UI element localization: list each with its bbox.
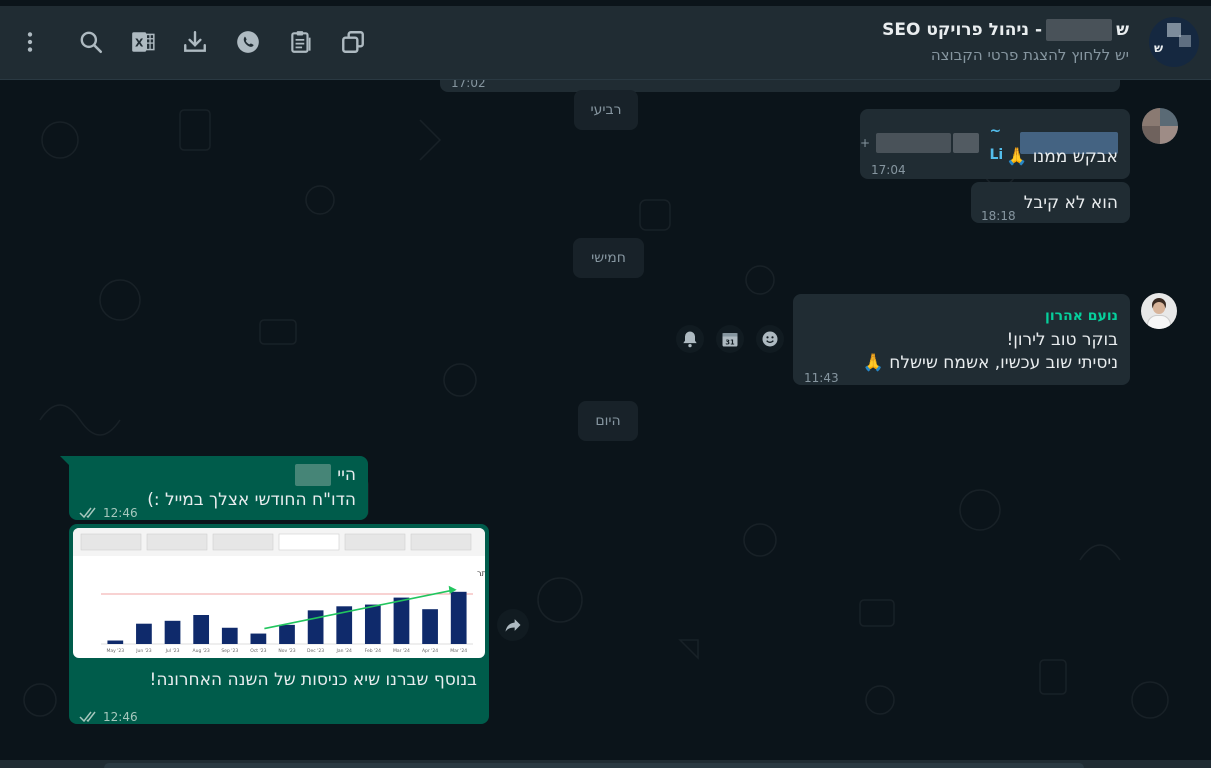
- traffic-chart: תנועה אורגנית (בלבד) לאתר May '23 Jun '23 J…: [73, 528, 485, 654]
- x-tick-label: Jun '23: [135, 648, 152, 654]
- chart-bar: [307, 610, 324, 644]
- redacted-phone: [876, 133, 951, 153]
- day-divider-label: חמישי: [591, 250, 626, 266]
- redacted-name: [1046, 19, 1113, 41]
- day-divider-thursday: חמישי: [573, 238, 644, 278]
- calendar-button[interactable]: 31: [716, 325, 744, 353]
- emoji-reaction-button[interactable]: [756, 325, 784, 353]
- message-bubble-not-received[interactable]: הוא לא קיבל 18:18: [971, 182, 1130, 223]
- message-time: 18:18: [981, 209, 1016, 223]
- download-icon[interactable]: [181, 28, 209, 56]
- day-divider-label: רביעי: [590, 102, 622, 118]
- noam-avatar[interactable]: [1141, 293, 1177, 329]
- x-tick-label: Aug '23: [193, 648, 210, 654]
- report-tab: [80, 533, 142, 551]
- sender-phone-prefix: +: [860, 136, 871, 150]
- x-tick-label: Mar '24: [450, 648, 467, 654]
- whatsapp-icon[interactable]: [234, 28, 262, 56]
- forward-button[interactable]: [497, 609, 529, 641]
- chat-header[interactable]: X ש - ניהול פרויקט SEO יש ללחוץ להצגת פר…: [0, 6, 1211, 80]
- report-tab: [278, 533, 340, 551]
- chart-bar: [364, 604, 381, 644]
- day-divider-label: היום: [595, 413, 621, 429]
- x-tick-label: Dec '23: [307, 648, 324, 654]
- redacted-phone-2: [952, 133, 980, 153]
- message-bubble-report[interactable]: היי הדו"ח החודשי אצלך במייל :) 12:46: [69, 456, 368, 520]
- chart-bar: [107, 640, 124, 644]
- calendar-day-number: 31: [725, 338, 735, 346]
- menu-icon[interactable]: [16, 28, 44, 56]
- image-caption: בנוסף שברנו שיא כניסות של השנה האחרונה!: [149, 670, 477, 690]
- chart-bar: [279, 624, 295, 644]
- chart-bar: [450, 591, 467, 644]
- message-line-2: ניסיתי שוב עכשיו, אשמח שישלח 🙏: [862, 353, 1118, 373]
- chart-title: תנועה אורגנית (בלבד) לאתר: [477, 569, 485, 578]
- message-line-1: היי: [337, 465, 356, 485]
- message-text: הוא לא קיבל: [1023, 193, 1118, 213]
- calendar-icon: 31: [722, 333, 738, 347]
- message-time: 12:46: [103, 710, 138, 724]
- clipboard-icon[interactable]: [287, 28, 315, 56]
- x-tick-label: Apr '24: [422, 648, 438, 654]
- day-divider-today: היום: [578, 401, 638, 441]
- sender-name[interactable]: נועם אהרון: [1045, 304, 1118, 328]
- message-bubble-image[interactable]: תנועה אורגנית (בלבד) לאתר May '23 Jun '23 J…: [69, 524, 489, 724]
- search-icon[interactable]: [77, 28, 105, 56]
- chart-bar: [164, 620, 181, 644]
- group-subtitle[interactable]: יש ללחוץ להצגת פרטי הקבוצה: [931, 46, 1129, 64]
- svg-text:X: X: [135, 36, 144, 49]
- redacted-name: [295, 464, 332, 486]
- report-tab: [410, 533, 472, 551]
- day-divider-wednesday: רביעי: [574, 90, 638, 130]
- message-bubble-li-request[interactable]: + ~ Li אבקש ממנו 🙏 17:04: [860, 109, 1130, 179]
- chart-bar: [393, 597, 410, 644]
- group-avatar-letter: ש: [1154, 41, 1164, 55]
- sender-avatar[interactable]: [1142, 108, 1178, 144]
- group-title-suffix: - ניהול פרויקט SEO: [882, 20, 1043, 40]
- message-time: 17:04: [871, 163, 906, 177]
- forward-icon: [505, 619, 521, 632]
- previous-message-tail: 17:02: [440, 80, 1120, 92]
- message-input[interactable]: [104, 763, 1084, 768]
- previous-message-time: 17:02: [451, 80, 486, 90]
- x-tick-label: Jan '24: [336, 648, 352, 654]
- report-tab: [344, 533, 406, 551]
- report-image[interactable]: תנועה אורגנית (בלבד) לאתר May '23 Jun '23 J…: [73, 528, 485, 658]
- message-line-1: בוקר טוב לירון!: [1006, 330, 1118, 350]
- x-tick-label: Sep '23: [221, 648, 238, 654]
- chart-bar: [193, 615, 210, 644]
- smiley-icon: [762, 331, 778, 347]
- chart-bar: [221, 627, 238, 644]
- group-title-prefix: ש: [1116, 20, 1129, 40]
- double-check-icon: [79, 711, 96, 723]
- copy-icon[interactable]: [339, 28, 367, 56]
- chat-area[interactable]: 17:02 רביעי + ~ Li אבקש ממנו 🙏 17:04 הוא…: [0, 80, 1211, 760]
- x-tick-label: Oct '23: [250, 648, 266, 654]
- message-time: 12:46: [103, 506, 138, 520]
- x-tick-label: Mar '24: [393, 648, 410, 654]
- excel-icon[interactable]: X: [129, 28, 157, 56]
- chart-bar: [422, 609, 438, 644]
- composer-bar: [0, 760, 1211, 768]
- group-title[interactable]: ש - ניהול פרויקט SEO: [882, 19, 1129, 41]
- x-tick-label: Feb '24: [365, 648, 381, 654]
- report-tab: [146, 533, 208, 551]
- group-avatar[interactable]: ש: [1149, 17, 1199, 67]
- x-tick-label: Nov '23: [278, 648, 295, 654]
- message-time: 11:43: [804, 371, 839, 385]
- report-tab: [212, 533, 274, 551]
- message-bubble-noam[interactable]: נועם אהרון בוקר טוב לירון! ניסיתי שוב עכ…: [793, 294, 1130, 385]
- x-tick-label: Jul '23: [165, 648, 180, 654]
- notify-bell-button[interactable]: [676, 325, 704, 353]
- chart-bar: [136, 623, 152, 644]
- message-line-2: הדו"ח החודשי אצלך במייל :): [147, 490, 356, 510]
- double-check-icon: [79, 507, 96, 519]
- chart-bar: [250, 633, 267, 644]
- message-text: אבקש ממנו 🙏: [1006, 147, 1118, 167]
- x-tick-label: May '23: [106, 648, 124, 654]
- bell-icon: [683, 331, 697, 348]
